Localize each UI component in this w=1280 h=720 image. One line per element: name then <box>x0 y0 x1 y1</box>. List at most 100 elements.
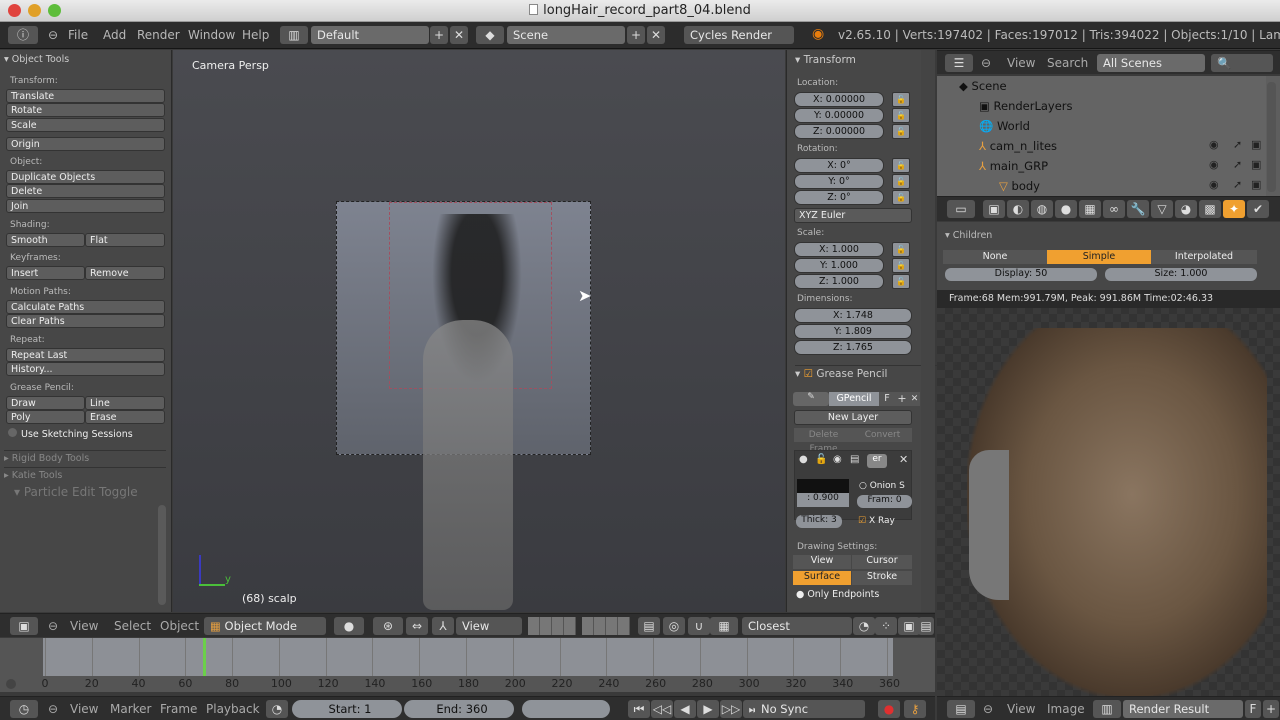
constraints-tab-icon[interactable]: ∞ <box>1103 200 1125 218</box>
layer-lock-icon[interactable]: 🔓 <box>815 454 827 465</box>
new-layer-button[interactable]: New Layer <box>794 410 912 425</box>
image-browse-icon[interactable]: ▥ <box>1093 700 1121 718</box>
scale-y-field[interactable]: Y: 1.000 <box>794 258 884 273</box>
outliner-row-renderlayers[interactable]: ▣ RenderLayers <box>937 96 1266 116</box>
gp-poly-button[interactable]: Poly <box>6 410 85 424</box>
layer-visibility-eye-icon[interactable]: ◉ <box>833 454 842 465</box>
screen-layout-field[interactable]: Default <box>311 26 429 44</box>
lock-layers-icon[interactable]: ▤ <box>638 617 660 635</box>
add-layout-button[interactable]: + <box>430 26 448 44</box>
draw-surface-button[interactable]: Surface <box>793 571 851 585</box>
gp-line-button[interactable]: Line <box>85 396 165 410</box>
scale-x-field[interactable]: X: 1.000 <box>794 242 884 257</box>
snap-target-select[interactable]: Closest <box>742 617 852 635</box>
add-scene-button[interactable]: + <box>627 26 645 44</box>
gpencil-name-field[interactable]: GPencil <box>829 392 879 406</box>
child-type-none[interactable]: None <box>943 250 1047 264</box>
duplicate-objects-button[interactable]: Duplicate Objects <box>6 170 165 184</box>
menu-help[interactable]: Help <box>242 28 269 42</box>
menu-render[interactable]: Render <box>137 28 180 42</box>
repeat-last-button[interactable]: Repeat Last <box>6 348 165 362</box>
timeline-ruler[interactable]: 0 20 40 60 80 100 120 140 160 180 200 220 240 260 280 3… <box>0 676 935 692</box>
lock-icon[interactable]: 🔓 <box>892 242 910 257</box>
menu-window[interactable]: Window <box>188 28 235 42</box>
calculate-paths-button[interactable]: Calculate Paths <box>6 300 165 314</box>
manipulator-toggle-icon[interactable]: ⇔ <box>406 617 428 635</box>
sync-mode-select[interactable]: No Sync <box>755 700 865 718</box>
remove-scene-button[interactable]: ✕ <box>647 26 665 44</box>
image-editor-type-icon[interactable]: ▤ <box>947 700 975 718</box>
remove-layout-button[interactable]: ✕ <box>450 26 468 44</box>
npanel-scrollbar[interactable] <box>921 50 935 612</box>
view3d-menu-select[interactable]: Select <box>114 619 151 633</box>
collapse-menu-icon[interactable]: ⊖ <box>48 619 58 633</box>
opengl-anim-icon[interactable]: ▤ <box>918 617 934 635</box>
collapse-menu-icon[interactable]: ⊖ <box>983 702 993 716</box>
info-editor-type-icon[interactable]: ⓘ <box>8 26 38 44</box>
3d-view-editor-type-icon[interactable]: ▣ <box>10 617 38 635</box>
add-gpencil-button[interactable]: + <box>895 392 909 406</box>
remove-layer-icon[interactable]: ✕ <box>899 453 908 466</box>
draw-cursor-button[interactable]: Cursor <box>852 555 912 569</box>
image-editor[interactable]: Frame:68 Mem:991.79M, Peak: 991.86M Time… <box>937 290 1280 698</box>
outliner-scrollbar[interactable] <box>1267 82 1276 192</box>
scale-button[interactable]: Scale <box>6 118 165 132</box>
lock-icon[interactable]: 🔓 <box>892 274 910 289</box>
maximize-window-button[interactable] <box>48 4 61 17</box>
origin-button[interactable]: Origin <box>6 137 165 151</box>
project-elements-icon[interactable]: ⁘ <box>875 617 897 635</box>
render-engine-select[interactable]: Cycles Render <box>684 26 794 44</box>
onion-skin-checkbox[interactable]: ○ Onion S <box>859 481 905 491</box>
play-reverse-icon[interactable]: ◀ <box>674 700 696 718</box>
start-frame-field[interactable]: Start: 1 <box>292 700 402 718</box>
lock-icon[interactable]: 🔓 <box>892 108 910 123</box>
timeline-menu-marker[interactable]: Marker <box>110 702 151 716</box>
screen-layout-icon[interactable]: ▥ <box>280 26 308 44</box>
close-window-button[interactable] <box>8 4 21 17</box>
timeline-menu-view[interactable]: View <box>70 702 98 716</box>
gp-draw-button[interactable]: Draw <box>6 396 85 410</box>
collapse-menu-icon[interactable]: ⊖ <box>981 56 991 70</box>
history-button[interactable]: History... <box>6 362 165 376</box>
smooth-button[interactable]: Smooth <box>6 233 85 247</box>
translate-button[interactable]: Translate <box>6 89 165 103</box>
current-frame-field[interactable] <box>522 700 610 718</box>
collapse-menu-icon[interactable]: ⊖ <box>48 28 58 42</box>
convert-button[interactable]: Convert <box>853 428 912 442</box>
render-camera-icon[interactable]: ▣ <box>1251 158 1261 171</box>
location-y-field[interactable]: Y: 0.00000 <box>794 108 884 123</box>
rotation-mode-select[interactable]: XYZ Euler <box>794 208 912 223</box>
display-field[interactable]: Display: 50 <box>945 268 1097 281</box>
render-camera-icon[interactable]: ▣ <box>1251 138 1261 151</box>
flat-button[interactable]: Flat <box>85 233 165 247</box>
physics-tab-icon[interactable]: ✔ <box>1247 200 1269 218</box>
data-tab-icon[interactable]: ▽ <box>1151 200 1173 218</box>
preview-range-icon[interactable]: ◔ <box>266 700 288 718</box>
insert-keyframe-button[interactable]: Insert <box>6 266 85 280</box>
remove-keyframe-button[interactable]: Remove <box>85 266 165 280</box>
location-x-field[interactable]: X: 0.00000 <box>794 92 884 107</box>
properties-editor-type-icon[interactable]: ▭ <box>947 200 975 218</box>
keying-set-icon[interactable]: ⚷ <box>904 700 926 718</box>
interaction-mode-select[interactable]: ▦ Object Mode <box>204 617 326 635</box>
current-frame-marker[interactable] <box>203 638 207 676</box>
record-icon[interactable]: ● <box>878 700 900 718</box>
draw-view-button[interactable]: View <box>793 555 851 569</box>
outliner-editor-type-icon[interactable]: ☰ <box>945 54 973 72</box>
scale-z-field[interactable]: Z: 1.000 <box>794 274 884 289</box>
layer-onion-icon[interactable]: ▤ <box>850 454 859 465</box>
child-type-interpolated[interactable]: Interpolated <box>1151 250 1257 264</box>
only-endpoints-checkbox[interactable]: ● Only Endpoints <box>796 589 879 600</box>
texture-tab-icon[interactable]: ▩ <box>1199 200 1221 218</box>
next-keyframe-icon[interactable]: ▷▷ <box>720 700 742 718</box>
rotation-y-field[interactable]: Y: 0° <box>794 174 884 189</box>
outliner-row-world[interactable]: 🌐 World <box>937 116 1266 136</box>
draw-stroke-button[interactable]: Stroke <box>852 571 912 585</box>
clear-paths-button[interactable]: Clear Paths <box>6 314 165 328</box>
scene-field[interactable]: Scene <box>507 26 625 44</box>
world-tab-icon[interactable]: ● <box>1055 200 1077 218</box>
child-type-simple[interactable]: Simple <box>1047 250 1151 264</box>
prev-keyframe-icon[interactable]: ◁◁ <box>651 700 673 718</box>
proportional-edit-icon[interactable]: ◎ <box>663 617 685 635</box>
view3d-menu-object[interactable]: Object <box>160 619 199 633</box>
